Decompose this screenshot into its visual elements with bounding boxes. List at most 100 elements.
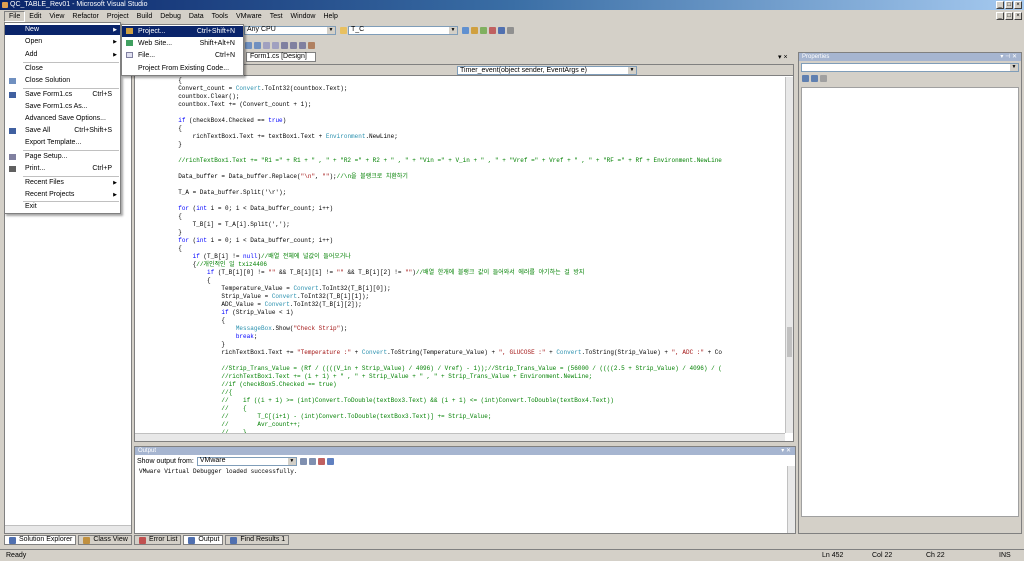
code-line[interactable]: } xyxy=(135,341,783,349)
horizontal-scrollbar[interactable] xyxy=(135,433,785,441)
toolbox-icon[interactable] xyxy=(489,26,496,34)
categorized-icon[interactable] xyxy=(802,75,809,82)
code-line[interactable]: T_A = Data_buffer.Split('\r'); xyxy=(135,189,783,197)
code-line[interactable]: { xyxy=(135,245,783,253)
output-source-combo[interactable]: VMware ▼ xyxy=(196,456,297,466)
menu-project[interactable]: Project xyxy=(103,11,133,22)
code-line[interactable]: if (Strip_Value < 1) xyxy=(135,309,783,317)
code-line[interactable]: ADC_Value = Convert.ToInt32(T_B[i][2]); xyxy=(135,301,783,309)
menu-item-recent-files[interactable]: Recent Files ▶ xyxy=(5,178,120,188)
object-browser-icon[interactable] xyxy=(480,26,487,34)
pin-icon[interactable]: ▾ ⊣ ✕ xyxy=(1000,53,1017,61)
code-line[interactable]: { xyxy=(135,77,783,85)
menu-item-close-solution[interactable]: Close Solution xyxy=(5,76,120,86)
code-line[interactable]: // { xyxy=(135,405,783,413)
method-combo[interactable]: Timer_event(object sender, EventArgs e) ▼ xyxy=(457,66,637,75)
tab-error-list[interactable]: Error List xyxy=(134,535,182,545)
code-line[interactable]: } xyxy=(135,229,783,237)
code-line[interactable]: // T_C[(i+1) - (int)Convert.ToDouble(tex… xyxy=(135,413,783,421)
bookmark-icon[interactable] xyxy=(281,41,288,49)
submenu-item-web-site[interactable]: Web Site... Shift+Alt+N xyxy=(122,38,243,49)
code-line[interactable]: countbox.Text += (Convert_count + 1); xyxy=(135,101,783,109)
code-line[interactable]: T_B[i] = T_A[i].Split(','); xyxy=(135,221,783,229)
menu-item-new[interactable]: New ▶ xyxy=(5,25,120,35)
alphabetical-icon[interactable] xyxy=(811,75,818,82)
code-line[interactable]: Data_buffer = Data_buffer.Replace("\n", … xyxy=(135,173,783,181)
code-area[interactable]: { Convert_count = Convert.ToInt32(countb… xyxy=(135,77,783,437)
submenu-item-project-from-existing-code[interactable]: Project From Existing Code... xyxy=(122,63,243,74)
tab-find-results[interactable]: Find Results 1 xyxy=(225,535,290,545)
previous-bookmark-icon[interactable] xyxy=(299,41,306,49)
code-line[interactable] xyxy=(135,197,783,205)
toolbar-options-icon[interactable] xyxy=(507,26,514,34)
code-line[interactable]: Convert_count = Convert.ToInt32(countbox… xyxy=(135,85,783,93)
menu-vmware[interactable]: VMware xyxy=(232,11,266,22)
code-line[interactable]: countbox.Clear(); xyxy=(135,93,783,101)
close-document-icon[interactable]: × xyxy=(783,54,787,61)
tab-class-view[interactable]: Class View xyxy=(78,535,132,545)
code-line[interactable]: {//개인적인 일 txiz4406 xyxy=(135,261,783,269)
code-line[interactable]: //if (checkBox5.Checked == true) xyxy=(135,381,783,389)
code-line[interactable] xyxy=(135,149,783,157)
menu-item-print[interactable]: Print... Ctrl+P xyxy=(5,164,120,174)
mdi-minimize-icon[interactable]: _ xyxy=(996,12,1004,20)
code-line[interactable]: for (int i = 0; i < Data_buffer_count; i… xyxy=(135,237,783,245)
property-pages-icon[interactable] xyxy=(820,75,827,82)
code-line[interactable] xyxy=(135,109,783,117)
menu-edit[interactable]: Edit xyxy=(25,11,45,22)
solution-explorer-icon[interactable] xyxy=(462,26,469,34)
properties-object-combo[interactable]: ▼ xyxy=(801,63,1019,72)
code-line[interactable]: //{ xyxy=(135,389,783,397)
properties-icon[interactable] xyxy=(471,26,478,34)
tab-form1-design[interactable]: Form1.cs [Design] xyxy=(246,52,316,62)
code-line[interactable]: // Avr_count++; xyxy=(135,421,783,429)
indent-icon[interactable] xyxy=(245,41,252,49)
menu-item-save-as[interactable]: Save Form1.cs As... xyxy=(5,102,120,112)
menu-item-page-setup[interactable]: Page Setup... xyxy=(5,152,120,162)
clear-all-icon[interactable] xyxy=(317,457,325,465)
menu-item-recent-projects[interactable]: Recent Projects ▶ xyxy=(5,190,120,200)
property-grid[interactable] xyxy=(801,87,1019,517)
vertical-scrollbar[interactable] xyxy=(785,77,793,433)
code-line[interactable]: { xyxy=(135,277,783,285)
menu-item-close[interactable]: Close xyxy=(5,64,120,74)
code-line[interactable]: Temperature_Value = Convert.ToInt32(T_B[… xyxy=(135,285,783,293)
tab-solution-explorer[interactable]: Solution Explorer xyxy=(4,535,77,545)
code-line[interactable]: //Strip_Trans_Value = (Rf / ((((V_in + S… xyxy=(135,365,783,373)
menu-item-open[interactable]: Open ▶ xyxy=(5,37,120,47)
menu-window[interactable]: Window xyxy=(287,11,320,22)
menu-tools[interactable]: Tools xyxy=(208,11,232,22)
code-line[interactable] xyxy=(135,165,783,173)
menu-item-save-all[interactable]: Save All Ctrl+Shift+S xyxy=(5,126,120,136)
pin-icon[interactable]: ▾ ✕ xyxy=(781,447,791,455)
close-icon[interactable]: × xyxy=(1014,1,1022,9)
menu-item-advanced-save[interactable]: Advanced Save Options... xyxy=(5,114,120,124)
vertical-scrollbar[interactable] xyxy=(787,466,795,533)
code-line[interactable]: for (int i = 0; i < Data_buffer_count; i… xyxy=(135,205,783,213)
minimize-icon[interactable]: _ xyxy=(996,1,1004,9)
code-line[interactable]: if (checkBox4.Checked == true) xyxy=(135,117,783,125)
code-line[interactable]: if (T_B[i][0] != "" && T_B[i][1] != "" &… xyxy=(135,269,783,277)
scrollbar-thumb[interactable] xyxy=(787,327,792,357)
menu-view[interactable]: View xyxy=(45,11,68,22)
find-icon[interactable] xyxy=(340,26,347,34)
menu-item-export-template[interactable]: Export Template... xyxy=(5,138,120,148)
menu-help[interactable]: Help xyxy=(319,11,341,22)
code-line[interactable]: } xyxy=(135,141,783,149)
menu-item-save[interactable]: Save Form1.cs Ctrl+S xyxy=(5,90,120,100)
tab-output[interactable]: Output xyxy=(183,535,224,545)
code-line[interactable]: MessageBox.Show("Check Strip"); xyxy=(135,325,783,333)
menu-item-add[interactable]: Add ▶ xyxy=(5,50,120,60)
outdent-icon[interactable] xyxy=(254,41,261,49)
next-bookmark-icon[interactable] xyxy=(290,41,297,49)
menu-data[interactable]: Data xyxy=(185,11,208,22)
code-line[interactable]: // if ((i + 1) >= (int)Convert.ToDouble(… xyxy=(135,397,783,405)
menu-debug[interactable]: Debug xyxy=(156,11,185,22)
word-wrap-icon[interactable] xyxy=(326,457,334,465)
menu-test[interactable]: Test xyxy=(266,11,287,22)
mdi-restore-icon[interactable]: □ xyxy=(1005,12,1013,20)
start-page-icon[interactable] xyxy=(498,26,505,34)
submenu-item-file[interactable]: File... Ctrl+N xyxy=(122,50,243,61)
menu-file[interactable]: File xyxy=(4,11,26,22)
menu-refactor[interactable]: Refactor xyxy=(68,11,102,22)
